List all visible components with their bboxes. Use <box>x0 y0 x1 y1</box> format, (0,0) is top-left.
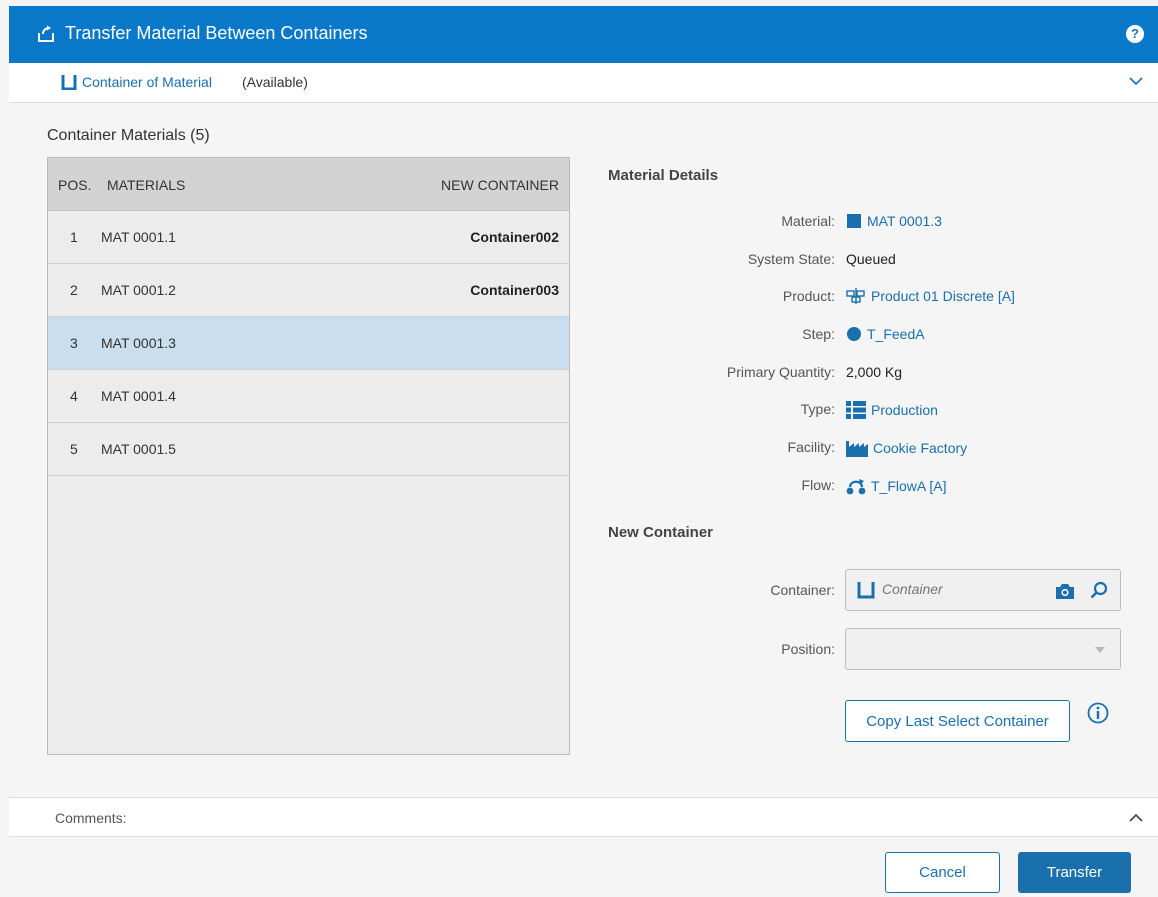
table-row[interactable]: 2 MAT 0001.2 Container003 <box>48 264 569 317</box>
help-icon[interactable]: ? <box>1126 25 1144 43</box>
container-icon <box>61 75 77 90</box>
row-new-container: Container002 <box>470 229 559 245</box>
primary-quantity-label: Primary Quantity: <box>726 364 835 380</box>
step-icon <box>847 327 861 341</box>
material-link: MAT 0001.3 <box>867 213 942 229</box>
container-state: (Available) <box>242 74 308 90</box>
container-of-material-link[interactable]: Container of Material <box>82 74 212 90</box>
row-new-container: Container003 <box>470 282 559 298</box>
table-row[interactable]: 1 MAT 0001.1 Container002 <box>48 211 569 264</box>
dialog-titlebar: Transfer Material Between Containers ? <box>9 6 1158 63</box>
comments-bar[interactable]: Comments: <box>9 797 1158 837</box>
material-label: Material: <box>781 213 835 229</box>
step-value[interactable]: T_FeedA <box>846 326 925 342</box>
step-label: Step: <box>802 326 835 342</box>
row-material: MAT 0001.2 <box>101 282 176 298</box>
position-field-label: Position: <box>781 641 835 657</box>
position-select[interactable] <box>845 628 1121 670</box>
system-state-label: System State: <box>747 251 835 267</box>
flow-label: Flow: <box>801 477 835 493</box>
col-new-container-header: NEW CONTAINER <box>441 177 559 193</box>
row-material: MAT 0001.3 <box>101 335 176 351</box>
camera-icon[interactable] <box>1056 583 1074 599</box>
facility-label: Facility: <box>787 439 835 455</box>
factory-icon <box>846 441 868 457</box>
container-materials-title: Container Materials (5) <box>47 127 210 144</box>
flow-value[interactable]: T_FlowA [A] <box>846 477 946 495</box>
comments-label: Comments: <box>55 810 127 826</box>
info-icon[interactable] <box>1087 702 1109 724</box>
table-header: POS. MATERIALS NEW CONTAINER <box>48 158 569 211</box>
container-breadcrumb: Container of Material (Available) <box>9 63 1158 103</box>
row-pos: 2 <box>70 282 78 298</box>
product-value[interactable]: Product 01 Discrete [A] <box>846 288 1015 304</box>
material-icon <box>847 214 861 228</box>
material-value[interactable]: MAT 0001.3 <box>846 213 942 229</box>
row-material: MAT 0001.4 <box>101 388 176 404</box>
table-row-selected[interactable]: 3 MAT 0001.3 <box>48 317 569 370</box>
type-link: Production <box>871 402 938 418</box>
primary-quantity-value: 2,000 Kg <box>846 364 903 380</box>
step-link: T_FeedA <box>867 326 925 342</box>
container-field-label: Container: <box>770 582 835 598</box>
table-row[interactable]: 4 MAT 0001.4 <box>48 370 569 423</box>
row-pos: 4 <box>70 388 78 404</box>
row-pos: 5 <box>70 441 78 457</box>
col-materials-header: MATERIALS <box>107 177 186 193</box>
chevron-down-icon[interactable] <box>1128 73 1144 89</box>
row-pos: 1 <box>70 229 78 245</box>
chevron-up-icon[interactable] <box>1128 810 1144 826</box>
container-field <box>845 569 1121 611</box>
copy-last-container-button[interactable]: Copy Last Select Container <box>845 700 1070 742</box>
type-list-icon <box>846 401 866 419</box>
new-container-title: New Container <box>608 524 714 541</box>
row-material: MAT 0001.5 <box>101 441 176 457</box>
product-label: Product: <box>782 288 835 304</box>
dialog-title: Transfer Material Between Containers <box>65 23 368 43</box>
type-value[interactable]: Production <box>846 401 938 419</box>
search-icon[interactable] <box>1090 581 1108 599</box>
transfer-button[interactable]: Transfer <box>1018 852 1131 893</box>
container-icon <box>857 582 875 599</box>
row-pos: 3 <box>70 335 78 351</box>
material-details-title: Material Details <box>608 167 719 184</box>
col-pos-header: POS. <box>58 177 92 193</box>
facility-link: Cookie Factory <box>873 440 968 456</box>
product-link: Product 01 Discrete [A] <box>871 288 1015 304</box>
facility-value[interactable]: Cookie Factory <box>846 439 967 457</box>
product-icon <box>846 288 865 304</box>
flow-link: T_FlowA [A] <box>871 478 947 494</box>
container-input[interactable] <box>882 581 1042 597</box>
chevron-down-icon <box>1095 647 1105 653</box>
system-state-value: Queued <box>846 251 896 267</box>
transfer-icon <box>38 25 54 42</box>
container-materials-table: POS. MATERIALS NEW CONTAINER 1 MAT 0001.… <box>47 157 570 755</box>
table-row[interactable]: 5 MAT 0001.5 <box>48 423 569 476</box>
row-material: MAT 0001.1 <box>101 229 176 245</box>
flow-icon <box>846 479 866 495</box>
cancel-button[interactable]: Cancel <box>885 852 1000 893</box>
type-label: Type: <box>800 401 835 417</box>
